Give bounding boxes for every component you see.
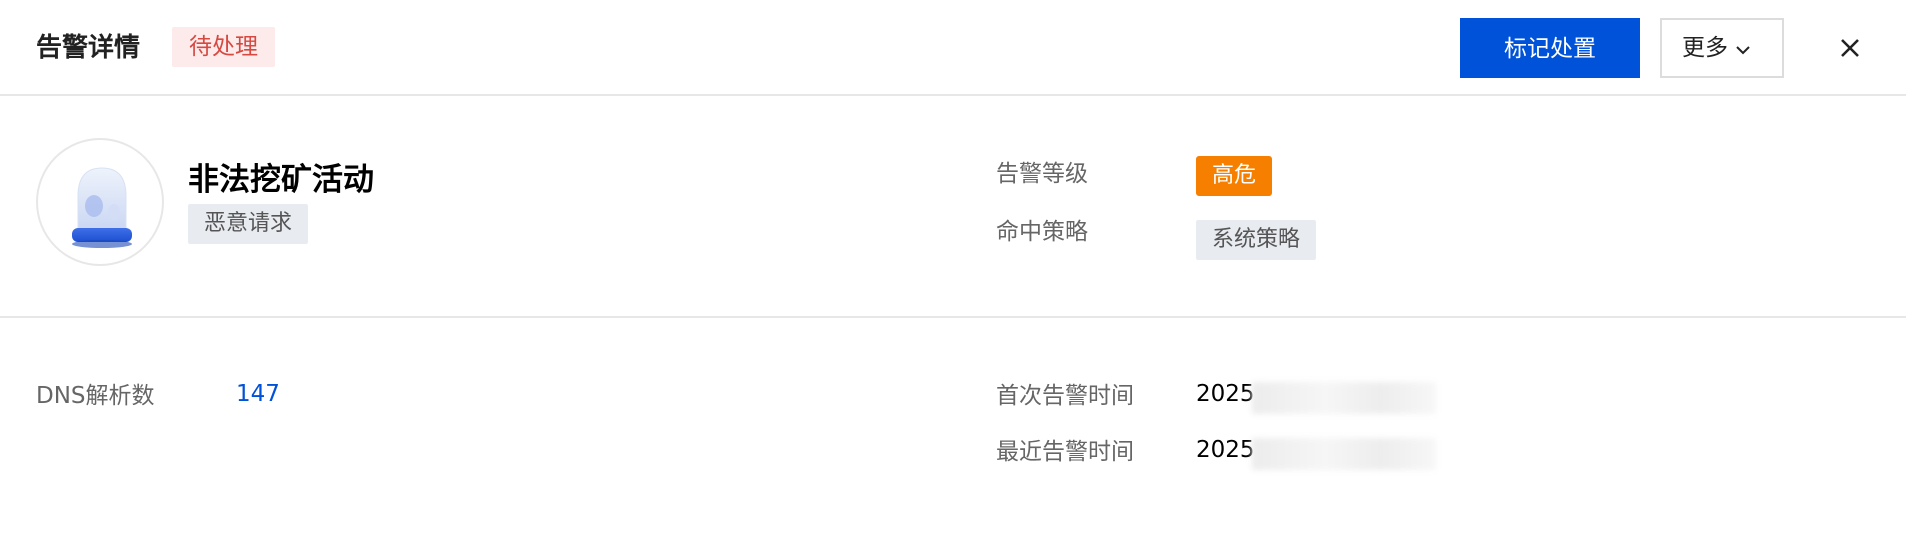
redacted-time-block (1252, 438, 1436, 470)
alert-details: DNS解析数 147 首次告警时间 2025 最近告警时间 2025 (0, 320, 1906, 552)
dns-count-label: DNS解析数 (36, 383, 155, 409)
page-title: 告警详情 (36, 33, 141, 63)
level-label: 告警等级 (996, 161, 1088, 187)
status-badge: 待处理 (172, 27, 275, 67)
drawer-header: 告警详情 待处理 标记处置 更多 (0, 0, 1906, 96)
policy-label: 命中策略 (996, 219, 1088, 245)
level-badge: 高危 (1196, 156, 1273, 196)
first-alert-time-label: 首次告警时间 (996, 383, 1134, 409)
close-icon[interactable] (1836, 34, 1864, 62)
alert-type-tag: 恶意请求 (188, 204, 309, 244)
dns-count-link[interactable]: 147 (236, 378, 280, 410)
more-button-label: 更多 (1682, 35, 1728, 61)
last-alert-time-value: 2025 (1196, 437, 1255, 463)
policy-tag: 系统策略 (1196, 220, 1317, 260)
alert-name: 非法挖矿活动 (188, 162, 374, 198)
alarm-siren-icon (72, 167, 132, 248)
more-dropdown-button[interactable]: 更多 (1660, 18, 1784, 78)
last-alert-time-label: 最近告警时间 (996, 439, 1134, 465)
alert-summary: 非法挖矿活动 恶意请求 告警等级 高危 命中策略 系统策略 (0, 98, 1906, 318)
redacted-time-block (1252, 382, 1436, 414)
chevron-down-icon (1736, 46, 1750, 55)
mark-handled-button[interactable]: 标记处置 (1460, 18, 1640, 78)
first-alert-time-value: 2025 (1196, 381, 1255, 407)
avatar (36, 138, 164, 266)
